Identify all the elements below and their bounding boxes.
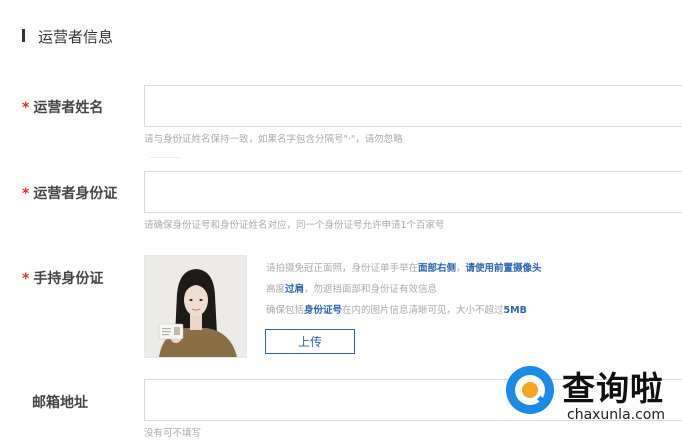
email-hint: 没有可不填写	[144, 428, 202, 439]
id-label-group: * 运营者身份证	[22, 183, 117, 203]
instruction-text: 确保包括	[266, 305, 305, 316]
watermark-url: chaxunla.com	[567, 407, 665, 423]
instruction-highlight: 身份证号	[304, 305, 343, 316]
name-hint: 请与身份证姓名保持一致，如果名字包含分隔号"·"，请勿忽略	[144, 134, 403, 145]
instruction-text: 在内的图片信息清晰可见，大小不超过	[342, 305, 504, 316]
section-title-bar	[22, 29, 25, 42]
sample-person-illustration	[145, 256, 246, 357]
upload-button[interactable]: 上传	[265, 329, 355, 354]
watermark-brand: 查询啦	[562, 369, 664, 408]
instruction-highlight: 过肩	[285, 284, 305, 295]
divider	[150, 157, 180, 158]
id-card-hint: 请确保身份证号和身份证姓名对应，同一个身份证号允许申请1个百家号	[144, 220, 445, 231]
name-label-group: * 运营者姓名	[22, 97, 103, 117]
instruction-highlight: 5MB	[503, 305, 527, 316]
instruction-text: 请拍摄免冠正面照，身份证单手举在	[266, 263, 419, 274]
section-title: 运营者信息	[38, 28, 114, 46]
instruction-line-3: 确保包括身份证号在内的图片信息清晰可见，大小不超过5MB	[266, 302, 527, 316]
required-mark: *	[22, 271, 30, 287]
required-mark: *	[22, 100, 30, 116]
hand-id-label-group: * 手持身份证	[22, 268, 103, 288]
instruction-highlight: 请使用前置摄像头	[465, 263, 542, 274]
required-mark: *	[22, 186, 30, 202]
instruction-text: ，	[456, 263, 466, 274]
instruction-line-2: 高度过肩，勿遮挡面部和身份证有效信息	[266, 281, 437, 295]
name-label: 运营者姓名	[33, 100, 104, 116]
instruction-line-1: 请拍摄免冠正面照，身份证单手举在面部右侧，请使用前置摄像头	[266, 260, 542, 274]
watermark-logo-icon	[504, 364, 556, 416]
id-card-label: 运营者身份证	[33, 186, 118, 202]
id-card-input[interactable]	[144, 171, 682, 213]
operator-name-input[interactable]	[144, 85, 682, 127]
hand-id-label: 手持身份证	[33, 271, 104, 287]
sample-photo	[144, 255, 247, 358]
instruction-text: ，勿遮挡面部和身份证有效信息	[304, 284, 438, 295]
instruction-text: 高度	[266, 284, 286, 295]
instruction-highlight: 面部右侧	[418, 263, 457, 274]
email-label: 邮箱地址	[32, 395, 88, 411]
